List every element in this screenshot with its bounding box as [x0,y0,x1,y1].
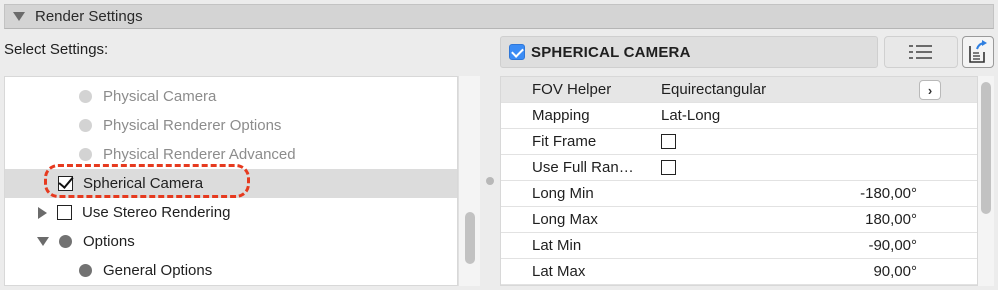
panel-title: Render Settings [35,8,143,25]
property-name: Lat Min [532,237,582,254]
tree-item-label: Physical Camera [103,88,217,105]
property-value[interactable]: 90,00° [873,263,917,280]
use-stereo-rendering-checkbox[interactable] [57,205,72,220]
property-name: Mapping [532,107,590,124]
property-row-lat-min[interactable]: Lat Min -90,00° [501,233,977,259]
list-view-icon [909,45,932,59]
property-value[interactable]: Lat-Long [661,107,720,124]
tree-item-label: Use Stereo Rendering [82,204,231,221]
tree-item-options[interactable]: Options [5,227,457,256]
export-document-icon [969,40,987,63]
export-settings-button[interactable] [962,36,994,68]
tree-item-physical-renderer-advanced[interactable]: Physical Renderer Advanced [5,140,457,169]
property-name: Fit Frame [532,133,597,150]
tree-scrollbar[interactable] [458,76,480,286]
tree-item-label: Options [83,233,135,250]
property-value[interactable]: -90,00° [868,237,917,254]
tree-item-label: Spherical Camera [83,175,204,192]
spherical-camera-bar: SPHERICAL CAMERA [500,36,878,68]
tree-item-physical-renderer-options[interactable]: Physical Renderer Options [5,111,457,140]
fit-frame-checkbox[interactable] [661,134,676,149]
bullet-icon [79,119,92,132]
tree-item-label: Physical Renderer Options [103,117,282,134]
property-row-fit-frame[interactable]: Fit Frame [501,129,977,155]
bullet-icon [59,235,72,248]
bullet-icon [79,148,92,161]
property-name: Long Min [532,185,594,202]
tree-scrollbar-thumb[interactable] [465,212,475,264]
expand-arrow-icon[interactable] [38,206,47,219]
collapse-triangle-icon[interactable] [13,12,25,21]
spherical-camera-checkbox[interactable] [58,176,73,191]
chevron-right-icon[interactable]: › [919,80,941,100]
bullet-icon [79,264,92,277]
property-row-use-full-range[interactable]: Use Full Ran… [501,155,977,181]
property-value: Equirectangular [661,81,767,98]
use-full-range-checkbox[interactable] [661,160,676,175]
render-settings-header[interactable]: Render Settings [4,4,994,29]
camera-title: SPHERICAL CAMERA [531,43,691,61]
property-name: Long Max [532,211,598,228]
spherical-camera-enabled-checkbox[interactable] [509,44,525,60]
tree-item-label: Physical Renderer Advanced [103,146,296,163]
property-row-fov-helper[interactable]: FOV Helper Equirectangular › [501,77,977,103]
property-row-long-min[interactable]: Long Min -180,00° [501,181,977,207]
property-name: Use Full Ran… [532,159,634,176]
property-name: FOV Helper [532,81,612,98]
splitter-grip-icon[interactable] [486,177,494,185]
properties-scrollbar[interactable] [978,76,994,286]
select-settings-label: Select Settings: [4,41,109,58]
panel-splitter[interactable] [480,76,500,286]
property-row-lat-max[interactable]: Lat Max 90,00° [501,259,977,285]
property-row-mapping[interactable]: Mapping Lat-Long [501,103,977,129]
collapse-arrow-icon[interactable] [37,237,49,246]
tree-item-spherical-camera[interactable]: Spherical Camera [5,169,457,198]
list-view-button[interactable] [884,36,958,68]
settings-tree: Physical Camera Physical Renderer Option… [4,76,458,286]
property-value[interactable]: 180,00° [865,211,917,228]
bullet-icon [79,90,92,103]
tree-item-label: General Options [103,262,213,279]
tree-item-general-options[interactable]: General Options [5,256,457,285]
property-name: Lat Max [532,263,586,280]
tree-item-use-stereo-rendering[interactable]: Use Stereo Rendering [5,198,457,227]
tree-item-physical-camera[interactable]: Physical Camera [5,82,457,111]
property-row-long-max[interactable]: Long Max 180,00° [501,207,977,233]
properties-scrollbar-thumb[interactable] [981,82,991,214]
property-value[interactable]: -180,00° [860,185,917,202]
properties-panel: FOV Helper Equirectangular › Mapping Lat… [500,76,978,286]
